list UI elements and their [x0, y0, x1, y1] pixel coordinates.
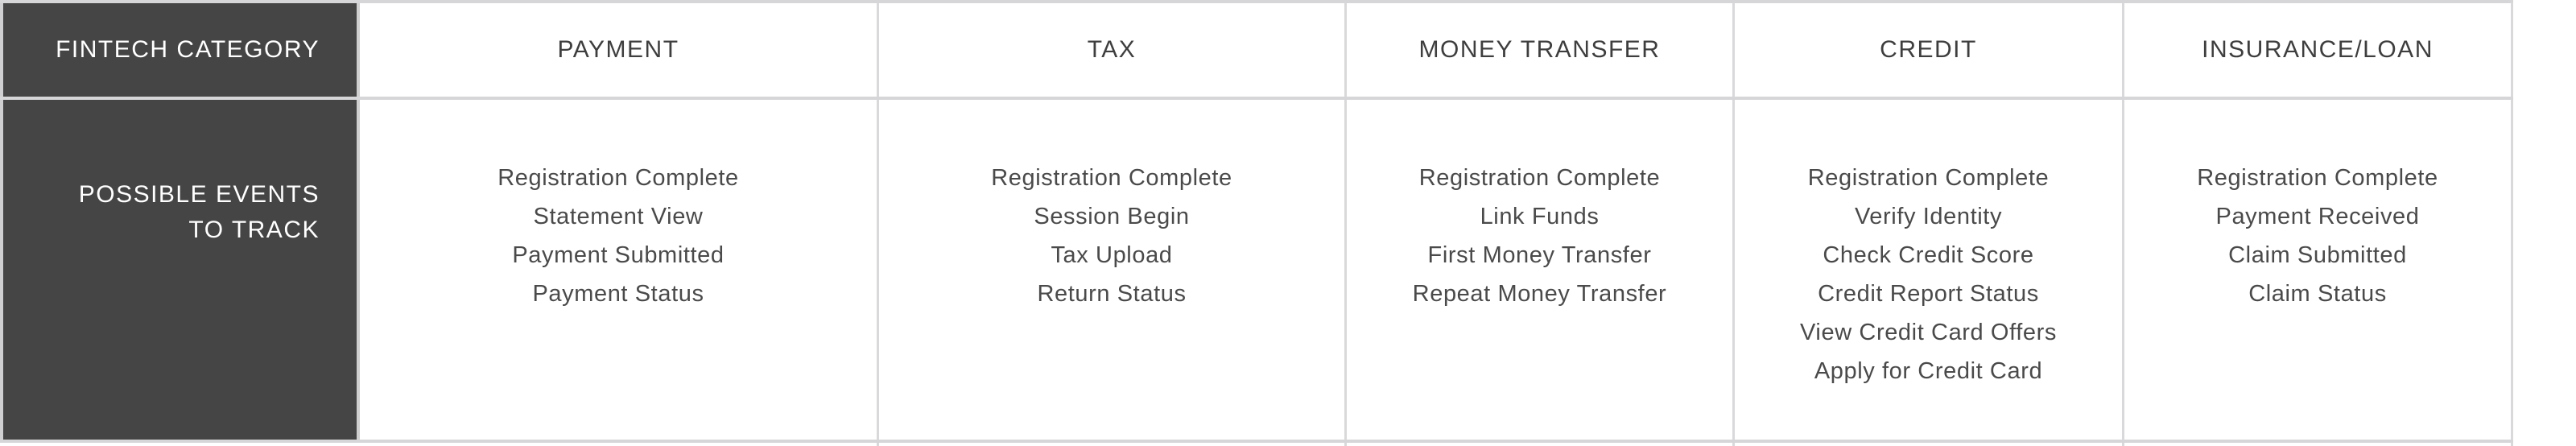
- fintech-category-label: FINTECH CATEGORY: [56, 36, 320, 63]
- event-item: Registration Complete: [1418, 165, 1661, 191]
- header-cell-credit: CREDIT: [1735, 3, 2124, 97]
- events-row: POSSIBLE EVENTS TO TRACK Registration Co…: [0, 100, 2513, 443]
- header-cell-payment: PAYMENT: [360, 3, 879, 97]
- event-item: Registration Complete: [497, 165, 739, 191]
- events-cell-tax: Registration Complete Session Begin Tax …: [879, 100, 1347, 440]
- header-cell-insurance-loan: INSURANCE/LOAN: [2124, 3, 2513, 97]
- events-row-label-cell: POSSIBLE EVENTS TO TRACK: [0, 100, 360, 440]
- events-cell-money-transfer: Registration Complete Link Funds First M…: [1347, 100, 1735, 440]
- event-item: Payment Submitted: [512, 242, 724, 268]
- event-item: View Credit Card Offers: [1800, 320, 2057, 345]
- event-item: Claim Submitted: [2228, 242, 2407, 268]
- header-cell-money-transfer: MONEY TRANSFER: [1347, 3, 1735, 97]
- event-item: Repeat Money Transfer: [1412, 281, 1667, 307]
- event-item: Payment Received: [2215, 204, 2420, 229]
- event-item: Credit Report Status: [1818, 281, 2039, 307]
- header-row-label-cell: FINTECH CATEGORY: [0, 3, 360, 97]
- event-list-credit: Registration Complete Verify Identity Ch…: [1735, 100, 2122, 390]
- event-item: Tax Upload: [1051, 242, 1173, 268]
- category-money-transfer: MONEY TRANSFER: [1418, 36, 1661, 63]
- event-item: First Money Transfer: [1427, 242, 1652, 268]
- events-cell-payment: Registration Complete Statement View Pay…: [360, 100, 879, 440]
- events-cell-insurance-loan: Registration Complete Payment Received C…: [2124, 100, 2513, 440]
- event-item: Registration Complete: [1807, 165, 2050, 191]
- event-item: Return Status: [1037, 281, 1187, 307]
- event-list-payment: Registration Complete Statement View Pay…: [360, 100, 877, 313]
- event-item: Payment Status: [532, 281, 704, 307]
- event-list-insurance-loan: Registration Complete Payment Received C…: [2124, 100, 2511, 313]
- possible-events-label-line1: POSSIBLE EVENTS: [78, 181, 320, 208]
- possible-events-label-line2: TO TRACK: [188, 217, 320, 243]
- event-item: Verify Identity: [1854, 204, 2003, 229]
- fintech-events-table: FINTECH CATEGORY PAYMENT TAX MONEY TRANS…: [0, 0, 2513, 443]
- event-item: Apply for Credit Card: [1814, 358, 2043, 384]
- category-payment: PAYMENT: [557, 36, 679, 63]
- header-row: FINTECH CATEGORY PAYMENT TAX MONEY TRANS…: [0, 0, 2513, 100]
- category-tax: TAX: [1087, 36, 1137, 63]
- header-cell-tax: TAX: [879, 3, 1347, 97]
- event-item: Claim Status: [2248, 281, 2387, 307]
- event-item: Registration Complete: [991, 165, 1232, 191]
- event-item: Link Funds: [1480, 204, 1600, 229]
- event-item: Check Credit Score: [1823, 242, 2034, 268]
- event-list-money-transfer: Registration Complete Link Funds First M…: [1347, 100, 1732, 313]
- events-cell-credit: Registration Complete Verify Identity Ch…: [1735, 100, 2124, 440]
- event-item: Session Begin: [1034, 204, 1190, 229]
- event-list-tax: Registration Complete Session Begin Tax …: [879, 100, 1344, 313]
- event-item: Statement View: [533, 204, 704, 229]
- category-insurance-loan: INSURANCE/LOAN: [2202, 36, 2434, 63]
- event-item: Registration Complete: [2197, 165, 2438, 191]
- category-credit: CREDIT: [1880, 36, 1977, 63]
